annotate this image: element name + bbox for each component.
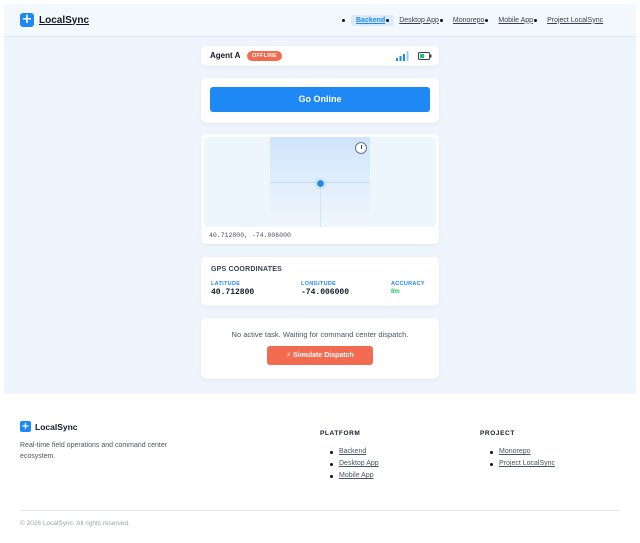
nav-bullet-icon [485, 18, 489, 22]
nav-link-project-localsync[interactable]: Project LocalSync [542, 15, 608, 26]
footer-link-item[interactable]: Monorepo [490, 446, 555, 458]
nav-link-mobile-app[interactable]: Mobile App [493, 15, 542, 26]
footer-project-links: Monorepo Project LocalSync [490, 446, 555, 470]
top-navbar: + LocalSync Backend Desktop App Monorepo… [4, 4, 636, 37]
nav-bullet-icon [439, 18, 443, 22]
footer-platform-links: Backend Desktop App Mobile App [330, 446, 379, 482]
footer-brand: + LocalSync [20, 421, 78, 432]
longitude-value: -74.006000 [301, 288, 350, 297]
battery-icon [418, 52, 432, 60]
map-road [320, 182, 321, 227]
footer-link-mobile-app[interactable]: Mobile App [339, 470, 374, 482]
copyright: © 2026 LocalSync. All rights reserved. [20, 520, 130, 527]
agent-status-card: Agent A OFFLINE [201, 46, 439, 66]
list-bullet-icon [330, 450, 333, 454]
list-bullet-icon [490, 450, 493, 454]
nav-link-label: Project LocalSync [547, 16, 604, 24]
nav-bullet-icon [386, 18, 390, 22]
signal-bars-icon [396, 51, 409, 61]
nav-link-label: Desktop App [399, 16, 439, 24]
latitude-value: 40.712800 [211, 288, 255, 297]
latitude-label: LATITUDE [211, 281, 241, 287]
footer-link-item[interactable]: Mobile App [330, 470, 379, 482]
nav-link-label: Monorepo [452, 16, 485, 24]
longitude-label: LONGITUDE [301, 281, 337, 287]
status-badge: OFFLINE [247, 51, 282, 61]
accuracy-value: 8m [391, 289, 400, 295]
footer-link-item[interactable]: Project LocalSync [490, 458, 555, 470]
compass-icon[interactable] [355, 142, 367, 154]
list-bullet-icon [490, 462, 493, 466]
footer-project-heading: PROJECT [480, 430, 515, 437]
footer-link-item[interactable]: Backend [330, 446, 379, 458]
nav-bullet-icon [534, 18, 538, 22]
nav-links: Backend Desktop App Monorepo Mobile App … [342, 12, 608, 28]
footer-brand-name: LocalSync [35, 421, 78, 432]
compass-needle [361, 145, 362, 149]
nav-link-label: Backend [356, 16, 386, 24]
list-bullet-icon [330, 462, 333, 466]
gps-coordinates-card: GPS COORDINATES LATITUDE 40.712800 LONGI… [201, 257, 439, 306]
nav-bullet-icon [342, 18, 345, 22]
nav-link-label: Mobile App [498, 16, 534, 24]
gps-title: GPS COORDINATES [211, 266, 282, 273]
go-online-button[interactable]: Go Online [210, 87, 430, 112]
app-frame: + LocalSync Backend Desktop App Monorepo… [4, 4, 636, 394]
footer-link-monorepo[interactable]: Monorepo [499, 446, 531, 458]
footer-divider [20, 510, 620, 511]
footer-link-item[interactable]: Desktop App [330, 458, 379, 470]
agent-name: Agent A [210, 51, 241, 60]
list-bullet-icon [330, 474, 333, 478]
map-coordinates-readout: 40.712800, -74.006000 [209, 232, 291, 239]
map-card: 40.712800, -74.006000 [201, 134, 439, 244]
map-view[interactable] [204, 137, 436, 227]
footer-link-desktop-app[interactable]: Desktop App [339, 458, 379, 470]
footer-logo-icon: + [20, 421, 31, 432]
go-online-card: Go Online [201, 78, 439, 123]
dispatch-status-message: No active task. Waiting for command cent… [231, 330, 409, 339]
nav-link-monorepo[interactable]: Monorepo [448, 15, 494, 26]
footer-tagline: Real-time field operations and command c… [20, 442, 168, 460]
footer-platform-heading: PLATFORM [320, 430, 361, 437]
simulate-dispatch-button[interactable]: ⚡ Simulate Dispatch [267, 346, 373, 365]
accuracy-label: ACCURACY [391, 281, 425, 287]
footer-link-project-localsync[interactable]: Project LocalSync [499, 458, 555, 470]
brand[interactable]: + LocalSync [20, 13, 89, 27]
footer-link-backend[interactable]: Backend [339, 446, 366, 458]
brand-logo-icon: + [20, 12, 34, 27]
nav-link-desktop-app[interactable]: Desktop App [394, 15, 448, 26]
dispatch-card: No active task. Waiting for command cent… [201, 318, 439, 379]
brand-name[interactable]: LocalSync [39, 15, 89, 26]
location-marker-icon[interactable] [315, 178, 325, 188]
nav-link-backend[interactable]: Backend [351, 14, 395, 26]
